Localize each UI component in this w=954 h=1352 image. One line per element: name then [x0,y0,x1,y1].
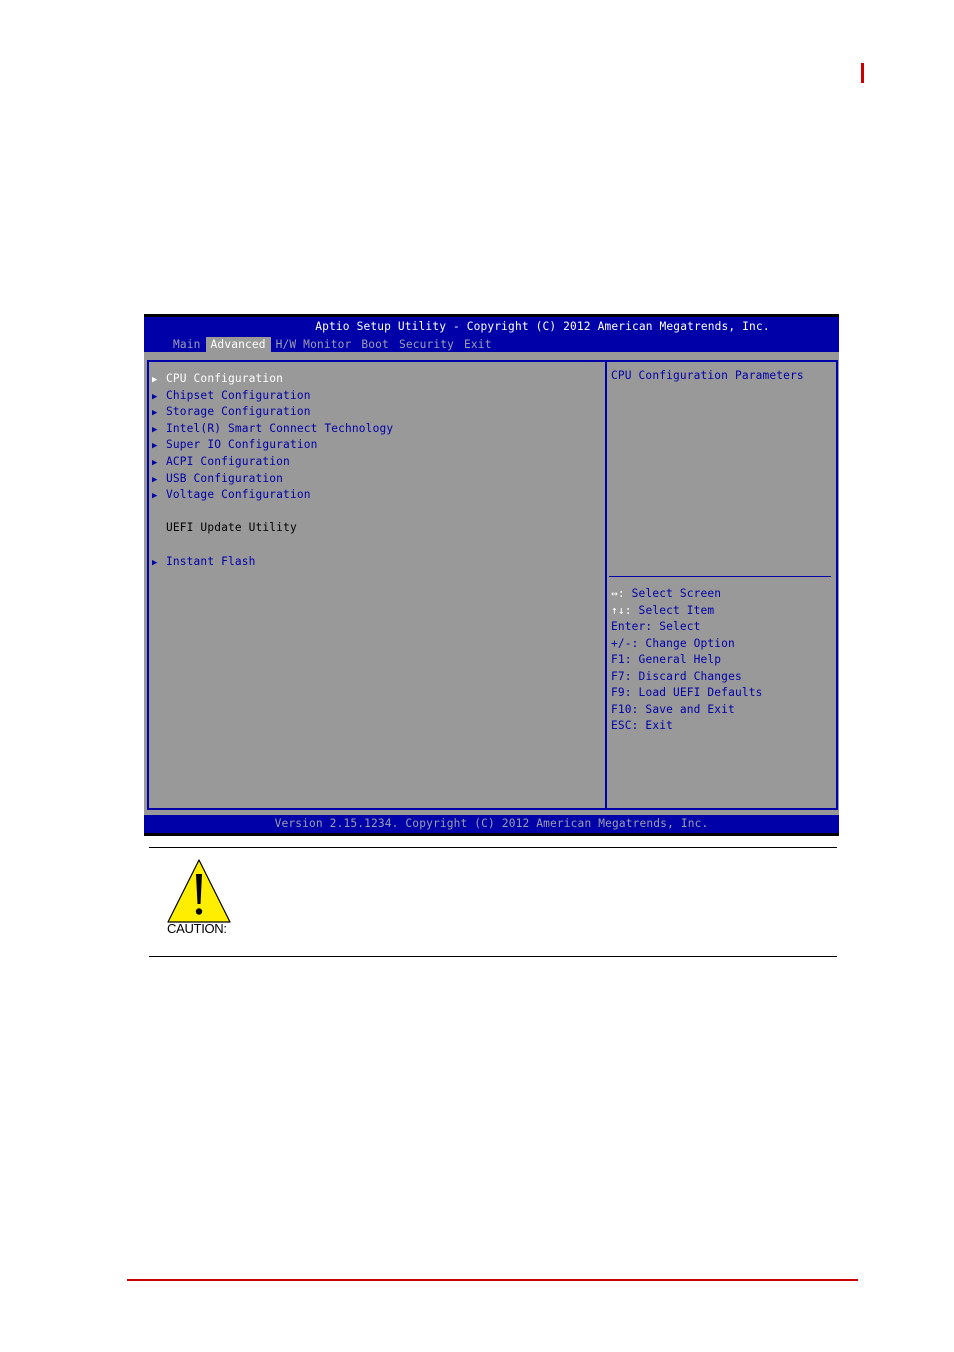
tab-hw-monitor[interactable]: H/W Monitor [271,337,357,352]
tab-main[interactable]: Main [168,337,206,352]
caution-bottom-rule [149,956,837,957]
menu-item-super-io-configuration[interactable]: ▶ Super IO Configuration [152,437,317,453]
submenu-arrow-icon: ▶ [152,375,158,385]
bios-title: Aptio Setup Utility - Copyright (C) 2012… [315,320,770,333]
menu-pane: ▶ CPU Configuration ▶ Chipset Configuratio… [147,360,607,810]
bios-footer: Version 2.15.1234. Copyright (C) 2012 Am… [144,815,839,833]
bottom-border [144,833,839,836]
submenu-arrow-icon: ▶ [152,441,158,452]
tab-security[interactable]: Security [394,337,459,352]
caution-label: CAUTION: [167,921,227,936]
bios-header: Aptio Setup Utility - Copyright (C) 2012… [144,317,839,352]
tab-advanced[interactable]: Advanced [205,337,271,352]
page-marker [861,63,864,83]
menu-item-smart-connect[interactable]: ▶ Intel(R) Smart Connect Technology [152,421,393,437]
key-discard-changes: F7: Discard Changes [611,669,742,683]
submenu-arrow-icon: ▶ [152,408,158,419]
key-select-item: ↑↓: Select Item [611,603,715,617]
bios-setup-screenshot: Aptio Setup Utility - Copyright (C) 2012… [144,314,839,836]
help-divider [609,576,831,577]
key-save-exit: F10: Save and Exit [611,702,735,716]
help-pane: CPU Configuration Parameters ↔: Select S… [605,360,838,810]
menu-item-acpi-configuration[interactable]: ▶ ACPI Configuration [152,454,290,470]
key-esc-exit: ESC: Exit [611,719,673,732]
submenu-arrow-icon: ▶ [152,458,158,468]
menu-item-cpu-configuration[interactable]: ▶ CPU Configuration [152,371,283,387]
submenu-arrow-icon: ▶ [152,391,158,402]
tab-boot[interactable]: Boot [356,337,394,352]
caution-top-rule [149,847,837,848]
section-label-uefi-update: UEFI Update Utility [166,521,297,535]
menu-item-instant-flash[interactable]: ▶ Instant Flash [152,554,256,570]
bios-tabs: Main Advanced H/W Monitor Boot Security … [168,337,497,352]
submenu-arrow-icon: ▶ [152,424,158,435]
menu-item-chipset-configuration[interactable]: ▶ Chipset Configuration [152,388,311,404]
key-legend: ↔: Select Screen ↑↓: Select Item Enter: … [611,586,763,735]
key-load-defaults: F9: Load UEFI Defaults [611,686,763,699]
submenu-arrow-icon: ▶ [152,474,158,485]
submenu-arrow-icon: ▶ [152,557,158,568]
menu-item-storage-configuration[interactable]: ▶ Storage Configuration [152,404,311,420]
menu-item-usb-configuration[interactable]: ▶ USB Configuration [152,471,283,487]
key-enter: Enter: Select [611,620,701,633]
page-footer-rule [127,1279,858,1281]
key-general-help: F1: General Help [611,653,722,666]
tab-exit[interactable]: Exit [459,337,497,352]
key-change-option: +/-: Change Option [611,636,735,650]
menu-item-voltage-configuration[interactable]: ▶ Voltage Configuration [152,487,311,503]
key-select-screen: ↔: Select Screen [611,587,722,600]
item-help-text: CPU Configuration Parameters [611,369,804,382]
submenu-arrow-icon: ▶ [152,491,158,502]
caution-warning-icon [167,859,231,923]
